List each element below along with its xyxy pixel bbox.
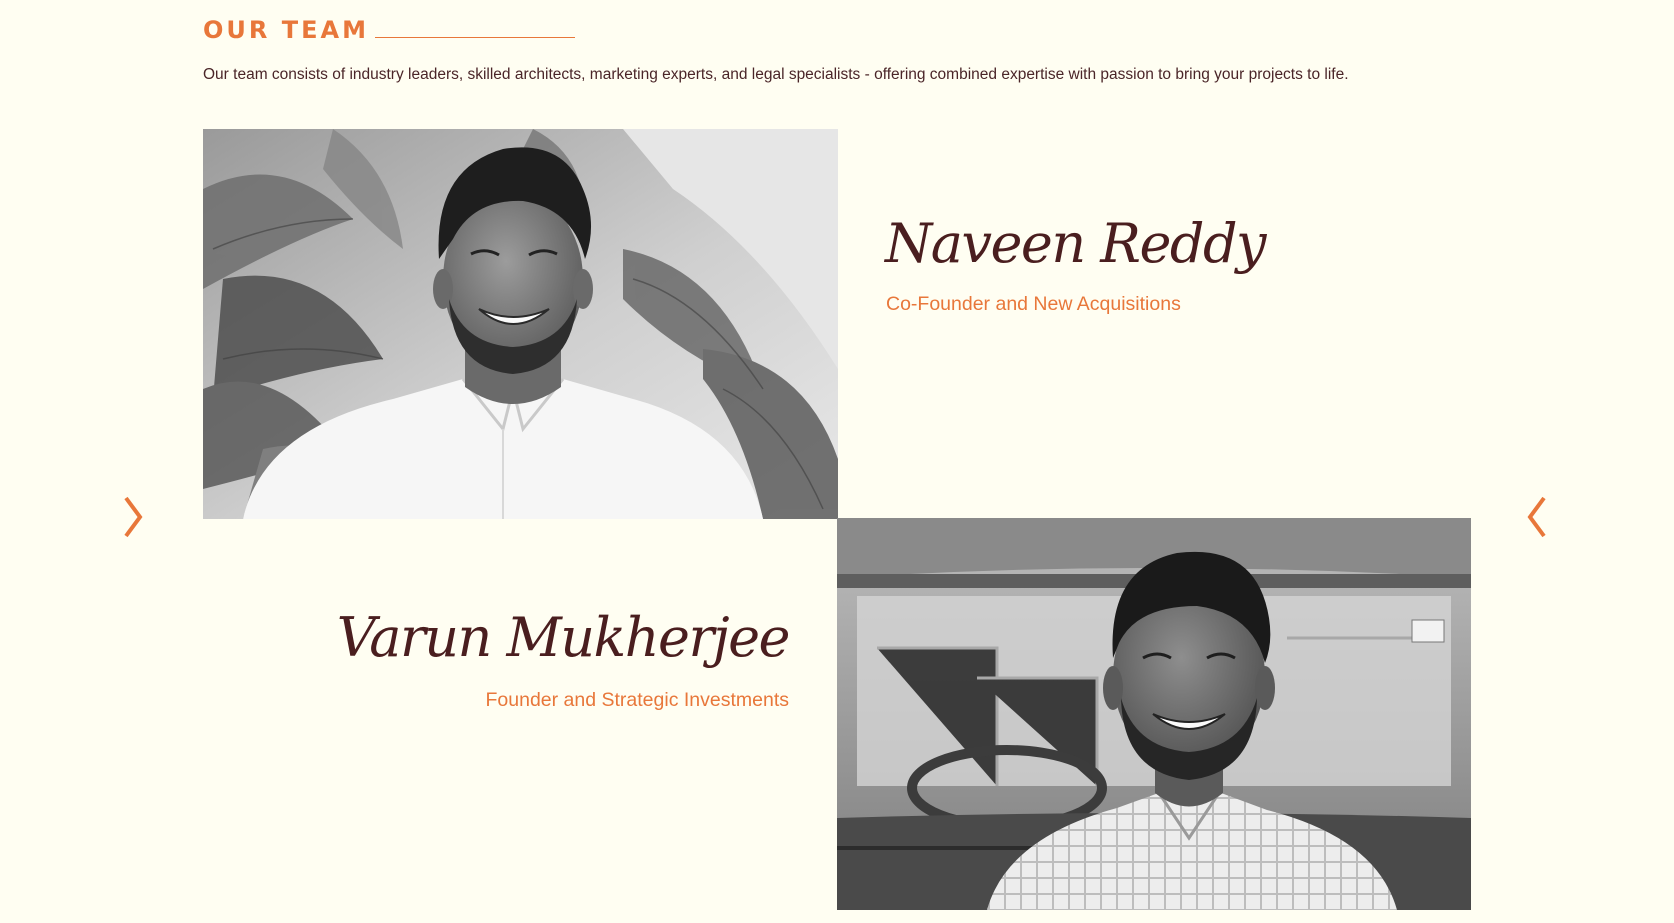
team-member-name-1: Naveen Reddy [885, 212, 1267, 275]
chevron-left-icon [1527, 496, 1546, 538]
team-member-role-2: Founder and Strategic Investments [485, 689, 790, 711]
carousel-next-button[interactable] [1522, 494, 1552, 540]
chevron-right-icon [124, 496, 143, 538]
title-underline-divider [374, 36, 575, 38]
team-member-photo-1 [203, 129, 838, 519]
team-member-photo-2 [837, 518, 1471, 910]
section-header: OUR TEAM [203, 8, 575, 52]
team-member-role-1: Co-Founder and New Acquisitions [886, 293, 1181, 315]
section-title: OUR TEAM [203, 16, 369, 44]
carousel-prev-button[interactable] [118, 494, 148, 540]
section-intro: Our team consists of industry leaders, s… [203, 66, 1349, 83]
team-member-name-2: Varun Mukherjee [336, 606, 791, 669]
